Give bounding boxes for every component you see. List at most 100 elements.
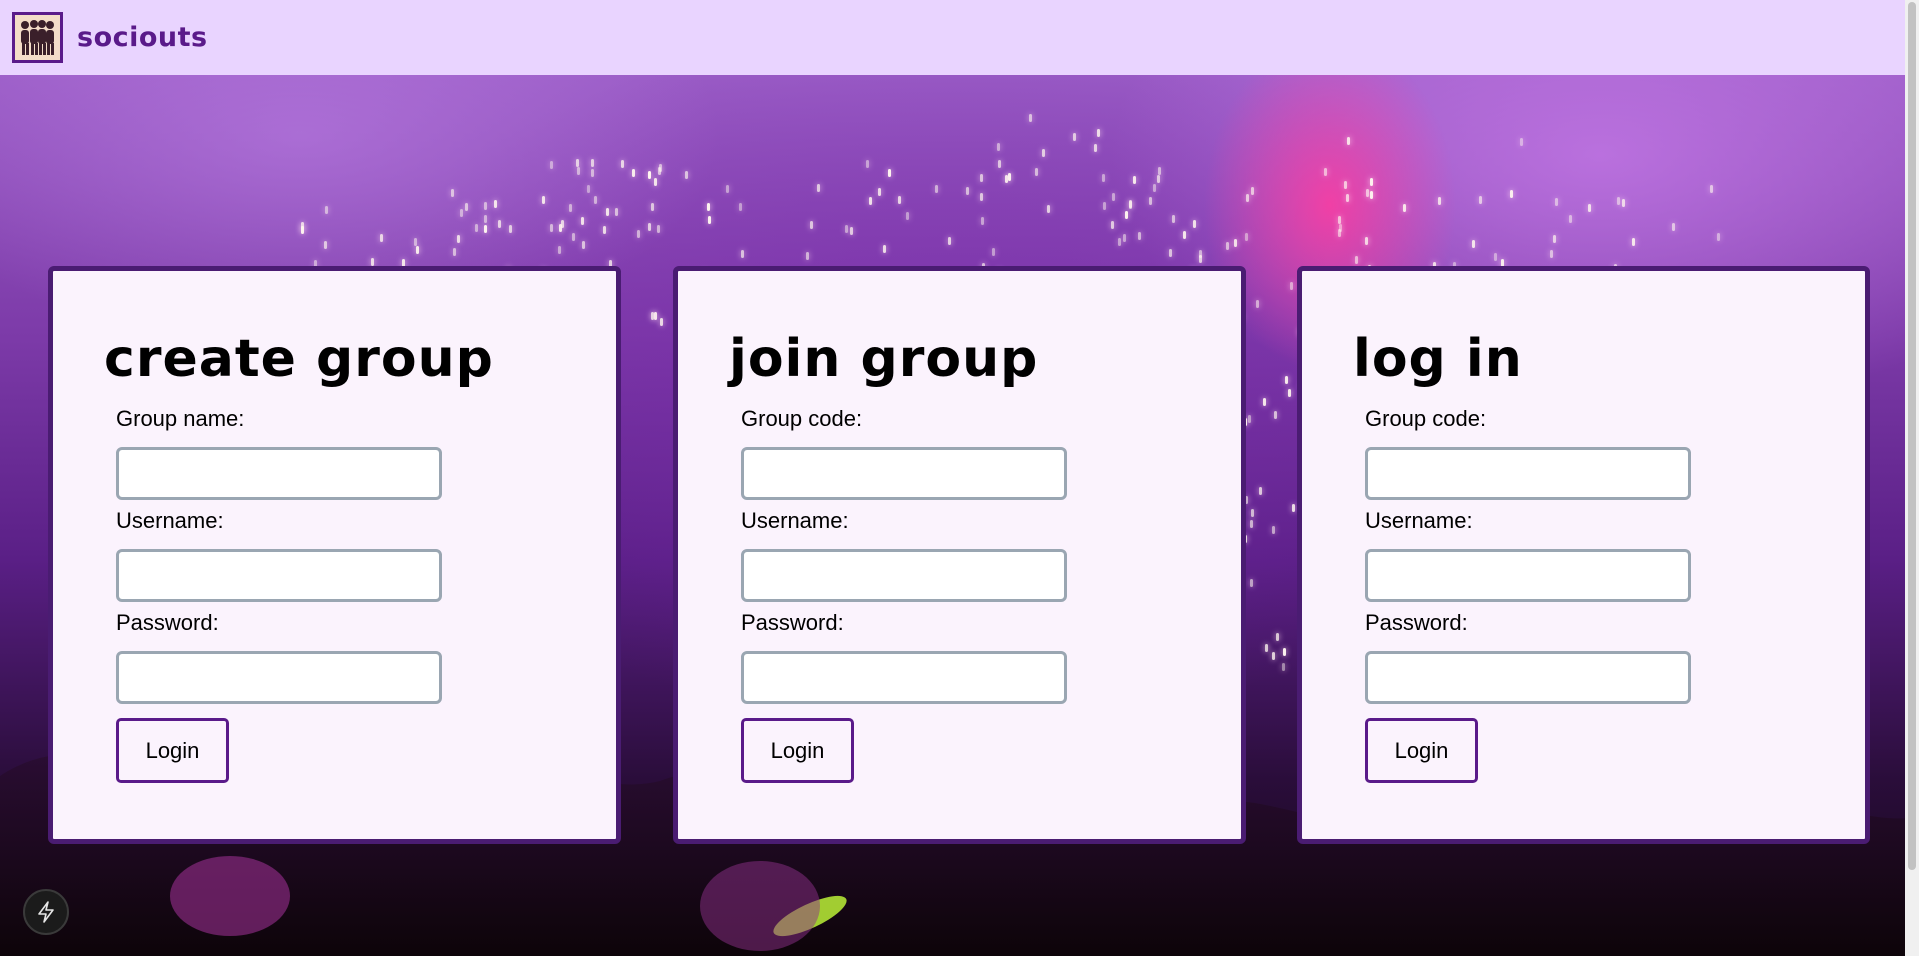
- spark: [1234, 239, 1238, 248]
- spark: [1291, 503, 1295, 512]
- username-input[interactable]: [741, 549, 1067, 602]
- brand-name[interactable]: sociouts: [77, 22, 208, 53]
- spark: [1093, 143, 1097, 152]
- username-input[interactable]: [116, 549, 442, 602]
- spark: [1172, 214, 1176, 223]
- group-name-input[interactable]: [116, 447, 442, 500]
- spark: [1102, 174, 1106, 183]
- spark: [739, 202, 743, 211]
- spark: [459, 209, 463, 218]
- spark: [550, 224, 554, 233]
- navbar: sociouts: [0, 0, 1919, 75]
- spark: [1192, 220, 1196, 229]
- spark: [1156, 175, 1160, 183]
- spark: [1258, 486, 1262, 495]
- spark: [1265, 643, 1269, 652]
- spark: [484, 224, 488, 233]
- spark: [1247, 415, 1251, 424]
- spark: [1041, 148, 1045, 157]
- spark: [1128, 201, 1132, 210]
- spark: [810, 221, 814, 230]
- scrollbar-thumb[interactable]: [1908, 2, 1916, 870]
- spark: [869, 196, 872, 205]
- log-in-login-button[interactable]: Login: [1365, 718, 1478, 783]
- spark: [1274, 410, 1278, 419]
- join-group-title: join group: [729, 329, 1039, 389]
- spark: [888, 168, 892, 177]
- spark: [1152, 184, 1156, 193]
- spark: [1509, 189, 1513, 198]
- spark: [651, 312, 655, 321]
- spark: [1249, 578, 1253, 587]
- group-name-label: Group name:: [116, 406, 245, 431]
- spark: [1157, 167, 1161, 175]
- spark: [580, 217, 584, 226]
- spark: [1365, 189, 1369, 198]
- spark: [558, 245, 562, 254]
- spark: [980, 216, 984, 225]
- spark: [371, 257, 375, 266]
- spark: [997, 159, 1001, 168]
- spark: [1346, 137, 1350, 146]
- spark: [457, 235, 461, 244]
- spark: [1616, 196, 1620, 205]
- spark: [1281, 662, 1285, 671]
- spark: [1138, 232, 1142, 241]
- spark: [1338, 215, 1342, 224]
- spark: [1365, 236, 1369, 245]
- spark: [817, 184, 820, 193]
- spark: [1226, 241, 1230, 250]
- lightning-bolt-icon[interactable]: [23, 889, 69, 935]
- username-label: Username:: [741, 508, 849, 533]
- spark: [935, 185, 939, 194]
- spark: [707, 215, 711, 224]
- group-code-label: Group code:: [1365, 406, 1487, 431]
- group-code-input[interactable]: [1365, 447, 1691, 500]
- spark: [413, 237, 417, 246]
- password-input[interactable]: [741, 651, 1067, 704]
- spark: [1149, 196, 1153, 205]
- spark: [1369, 178, 1373, 187]
- spark: [1284, 375, 1288, 384]
- spark: [1102, 202, 1106, 211]
- username-input[interactable]: [1365, 549, 1691, 602]
- spark: [323, 240, 327, 249]
- spark: [991, 247, 995, 256]
- spark: [591, 158, 595, 167]
- spark: [452, 248, 456, 257]
- spark: [484, 215, 488, 224]
- spark: [497, 220, 501, 229]
- spark: [636, 229, 640, 238]
- password-label: Password:: [116, 610, 219, 635]
- spark: [1479, 196, 1483, 205]
- spark: [542, 196, 546, 205]
- spark: [805, 251, 809, 260]
- spark: [707, 203, 711, 211]
- spark: [606, 208, 610, 217]
- spark: [587, 184, 591, 193]
- group-people-icon[interactable]: [12, 12, 63, 63]
- spark: [620, 160, 624, 169]
- join-group-login-button[interactable]: Login: [741, 718, 854, 783]
- spark: [1402, 204, 1406, 213]
- create-group-card: create group Group name: Username: Passw…: [48, 266, 621, 844]
- spark: [648, 171, 652, 180]
- spark: [1111, 221, 1115, 230]
- spark: [1555, 197, 1559, 206]
- spark: [1117, 238, 1121, 247]
- username-label: Username:: [1365, 508, 1473, 533]
- spark: [1343, 180, 1347, 189]
- spark: [741, 250, 745, 259]
- password-input[interactable]: [1365, 651, 1691, 704]
- spark: [1355, 256, 1359, 265]
- group-code-input[interactable]: [741, 447, 1067, 500]
- spark: [980, 192, 984, 201]
- spark: [1250, 520, 1254, 529]
- spark: [324, 206, 328, 215]
- spark: [1122, 234, 1126, 243]
- spark: [464, 203, 468, 212]
- create-group-login-button[interactable]: Login: [116, 718, 229, 783]
- password-input[interactable]: [116, 651, 442, 704]
- spark: [966, 187, 970, 196]
- vertical-scrollbar[interactable]: [1905, 0, 1919, 956]
